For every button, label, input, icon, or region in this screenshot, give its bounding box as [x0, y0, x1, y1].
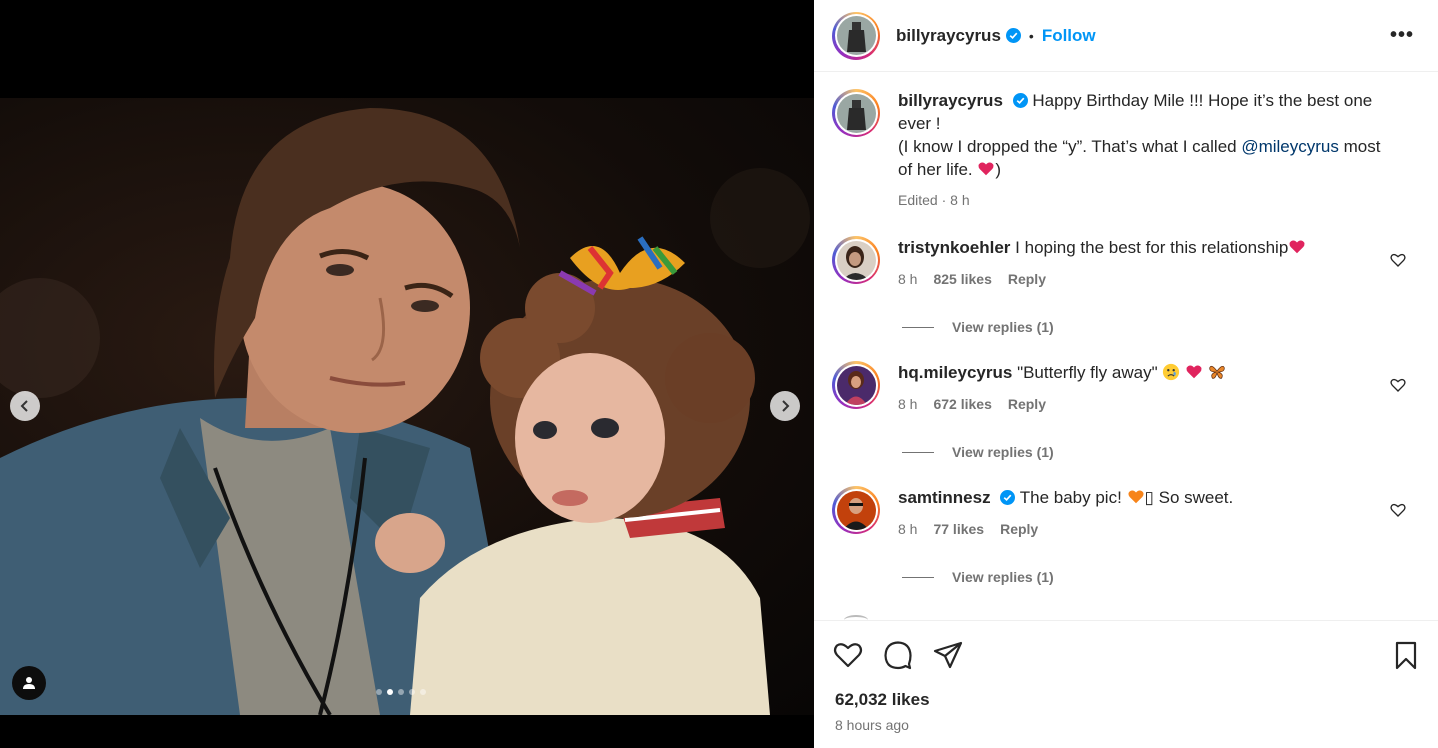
share-paper-plane-icon[interactable]	[932, 639, 964, 671]
crying-face-emoji-icon	[1163, 363, 1180, 381]
caption-text-4: )	[995, 160, 1002, 179]
author-avatar[interactable]	[832, 11, 880, 60]
carousel-dot-active	[387, 689, 393, 695]
comments-list: billyraycyrus Happy Birthday Mile !!! Ho…	[814, 73, 1438, 620]
chevron-left-icon	[20, 400, 28, 412]
user-icon	[23, 677, 35, 689]
comment-username[interactable]: hq.mileycyrus	[898, 363, 1012, 382]
more-options-button[interactable]: •••	[1390, 24, 1414, 47]
post-photo	[0, 98, 814, 715]
red-heart-emoji-icon	[1289, 240, 1305, 254]
commenter-avatar[interactable]	[832, 486, 880, 534]
comment-bubble-icon[interactable]	[882, 639, 914, 671]
carousel-dot	[376, 689, 382, 695]
follow-button[interactable]: Follow	[1042, 26, 1096, 46]
post-dialog: billyraycyrus • Follow ••• billyraycyrus	[0, 0, 1438, 748]
carousel-dot	[398, 689, 404, 695]
view-replies-label: View replies (1)	[952, 444, 1054, 460]
comment-username[interactable]: samtinnesz	[898, 488, 991, 507]
commenter-avatar[interactable]	[832, 236, 880, 284]
post-timestamp[interactable]: 8 hours ago	[835, 717, 909, 733]
caption-text-2: (I know I dropped the “y”. That’s what I…	[898, 137, 1242, 156]
author-username[interactable]: billyraycyrus	[896, 26, 1001, 46]
like-comment-heart-icon[interactable]	[1390, 502, 1406, 518]
carousel-indicator	[376, 689, 426, 695]
post-media	[0, 0, 814, 748]
chevron-right-icon	[782, 400, 790, 412]
post-footer: 62,032 likes 8 hours ago	[814, 620, 1438, 748]
view-replies-label: View replies (1)	[952, 319, 1054, 335]
caption: billyraycyrus Happy Birthday Mile !!! Ho…	[832, 89, 1422, 212]
post-details-panel: billyraycyrus • Follow ••• billyraycyrus	[814, 0, 1438, 748]
view-replies-button[interactable]: View replies (1)	[902, 569, 1054, 585]
separator: •	[1028, 27, 1034, 44]
like-comment-heart-icon[interactable]	[1390, 252, 1406, 268]
post-header: billyraycyrus • Follow •••	[814, 0, 1438, 72]
like-comment-heart-icon[interactable]	[1390, 377, 1406, 393]
comment-likes[interactable]: 825 likes	[933, 268, 991, 291]
comment-item: samtinnesz The baby pic! ▯ So sweet. 8 h…	[832, 486, 1422, 541]
divider	[902, 576, 934, 578]
bookmark-icon[interactable]	[1390, 639, 1422, 671]
caption-meta: Edited · 8 h	[898, 192, 970, 208]
verified-badge-icon	[1012, 93, 1028, 108]
previous-slide-button[interactable]	[10, 391, 40, 421]
caption-avatar[interactable]	[832, 89, 880, 137]
comment-text: I hoping the best for this relationship	[1015, 238, 1289, 257]
tagged-users-button[interactable]	[12, 666, 46, 700]
orange-heart-emoji-icon	[1127, 490, 1144, 504]
butterfly-emoji-icon	[1209, 365, 1225, 379]
divider	[902, 451, 934, 453]
reply-button[interactable]: Reply	[1000, 518, 1038, 541]
red-heart-emoji-icon	[1186, 365, 1202, 379]
carousel-dot	[409, 689, 415, 695]
comment-time[interactable]: 8 h	[898, 393, 917, 416]
like-heart-icon[interactable]	[832, 639, 864, 671]
comment-item: hq.mileycyrus "Butterfly fly away" 8 h 6…	[832, 361, 1422, 416]
verified-badge-icon	[1005, 28, 1021, 43]
next-slide-button[interactable]	[770, 391, 800, 421]
comment-likes[interactable]: 77 likes	[933, 518, 984, 541]
comment-time[interactable]: 8 h	[898, 518, 917, 541]
comment-time[interactable]: 8 h	[898, 268, 917, 291]
comment-likes[interactable]: 672 likes	[933, 393, 991, 416]
divider	[902, 326, 934, 328]
reply-button[interactable]: Reply	[1008, 268, 1046, 291]
comment-text: "Butterfly fly away"	[1017, 363, 1163, 382]
comment-username[interactable]: tristynkoehler	[898, 238, 1010, 257]
carousel-dot	[420, 689, 426, 695]
comment-text: The baby pic!	[1019, 488, 1127, 507]
action-bar	[832, 639, 964, 671]
mention-link[interactable]: @mileycyrus	[1241, 137, 1339, 156]
red-heart-emoji-icon	[978, 162, 994, 176]
view-replies-button[interactable]: View replies (1)	[902, 444, 1054, 460]
comment-text-2: ▯ So sweet.	[1144, 488, 1234, 507]
view-replies-button[interactable]: View replies (1)	[902, 319, 1054, 335]
caption-username[interactable]: billyraycyrus	[898, 91, 1003, 110]
comment-item: tristynkoehler I hoping the best for thi…	[832, 236, 1422, 291]
verified-badge-icon	[1000, 490, 1016, 505]
view-replies-label: View replies (1)	[952, 569, 1054, 585]
likes-count[interactable]: 62,032 likes	[835, 690, 930, 710]
reply-button[interactable]: Reply	[1008, 393, 1046, 416]
commenter-avatar[interactable]	[832, 361, 880, 409]
